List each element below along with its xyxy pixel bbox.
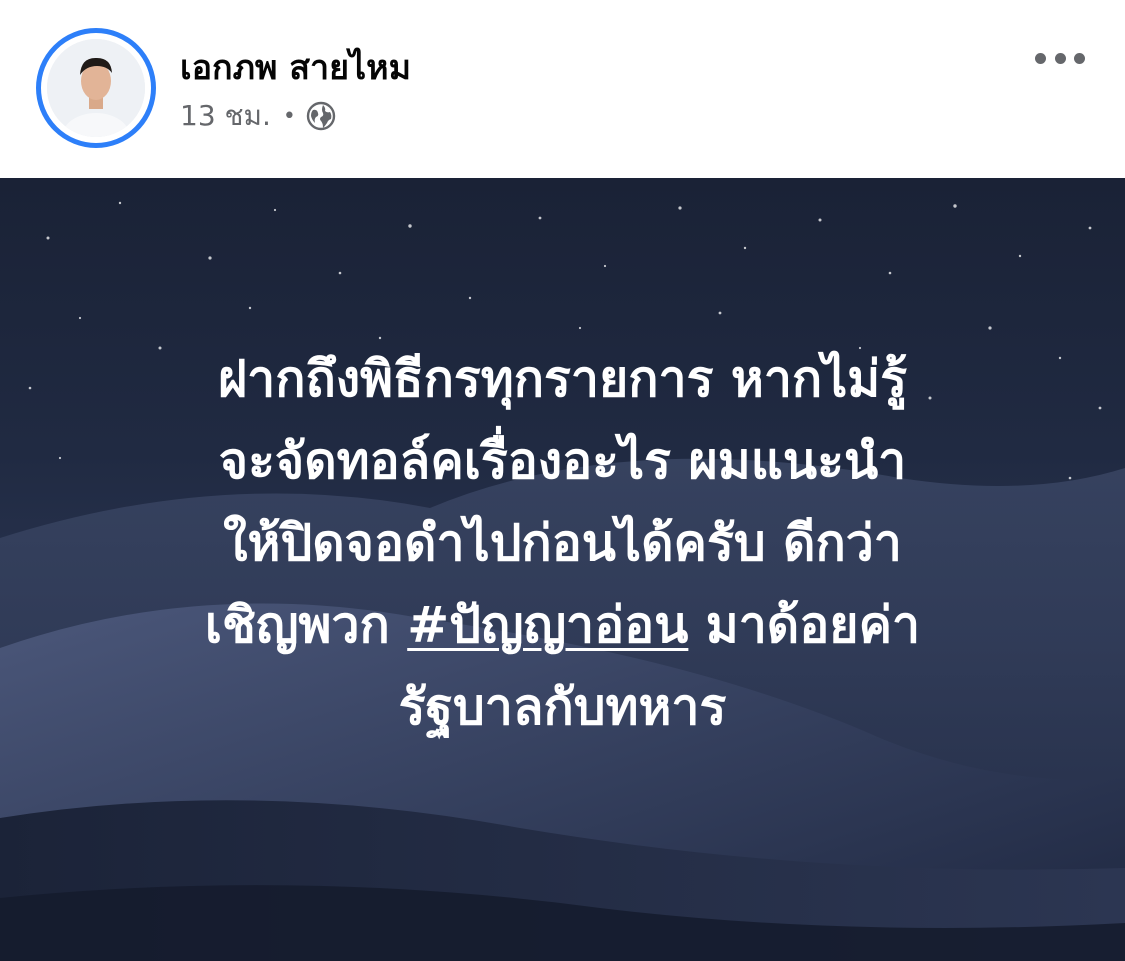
post-body-line: เชิญพวก #ปัญญาอ่อน มาด้อยค่า [40, 584, 1085, 666]
post-body-line: จะจัดทอล์คเรื่องอะไร ผมแนะนำ [218, 432, 907, 490]
post-body-text: มาด้อยค่า [688, 596, 921, 654]
more-options-button[interactable] [1035, 48, 1085, 68]
more-dot-icon [1074, 52, 1085, 64]
author-name[interactable]: เอกภพ สายไหม [180, 40, 411, 94]
post-meta: 13 ชม. • [180, 96, 336, 136]
more-dot-icon [1054, 52, 1066, 64]
meta-separator: • [282, 103, 296, 129]
facebook-post: เอกภพ สายไหม 13 ชม. • ฝากถึงพิธีกรทุกราย… [0, 0, 1125, 961]
post-body-text: เชิญพวก [204, 596, 408, 654]
more-dot-icon [1035, 52, 1046, 64]
post-body-line: ให้ปิดจอดำไปก่อนได้ครับ ดีกว่า [223, 514, 902, 572]
globe-icon[interactable] [306, 101, 336, 131]
post-header: เอกภพ สายไหม 13 ชม. • [0, 0, 1125, 178]
person-icon [47, 39, 145, 137]
hashtag-link[interactable]: #ปัญญาอ่อน [407, 596, 688, 654]
post-time[interactable]: 13 ชม. [180, 94, 271, 138]
post-body-line: รัฐบาลกับทหาร [398, 678, 727, 736]
post-body: ฝากถึงพิธีกรทุกรายการ หากไม่รู้ จะจัดทอล… [40, 338, 1085, 748]
post-body-line: ฝากถึงพิธีกรทุกรายการ หากไม่รู้ [217, 350, 908, 408]
background-text-post: ฝากถึงพิธีกรทุกรายการ หากไม่รู้ จะจัดทอล… [0, 178, 1125, 961]
avatar[interactable] [36, 28, 156, 148]
profile-photo [47, 39, 145, 137]
